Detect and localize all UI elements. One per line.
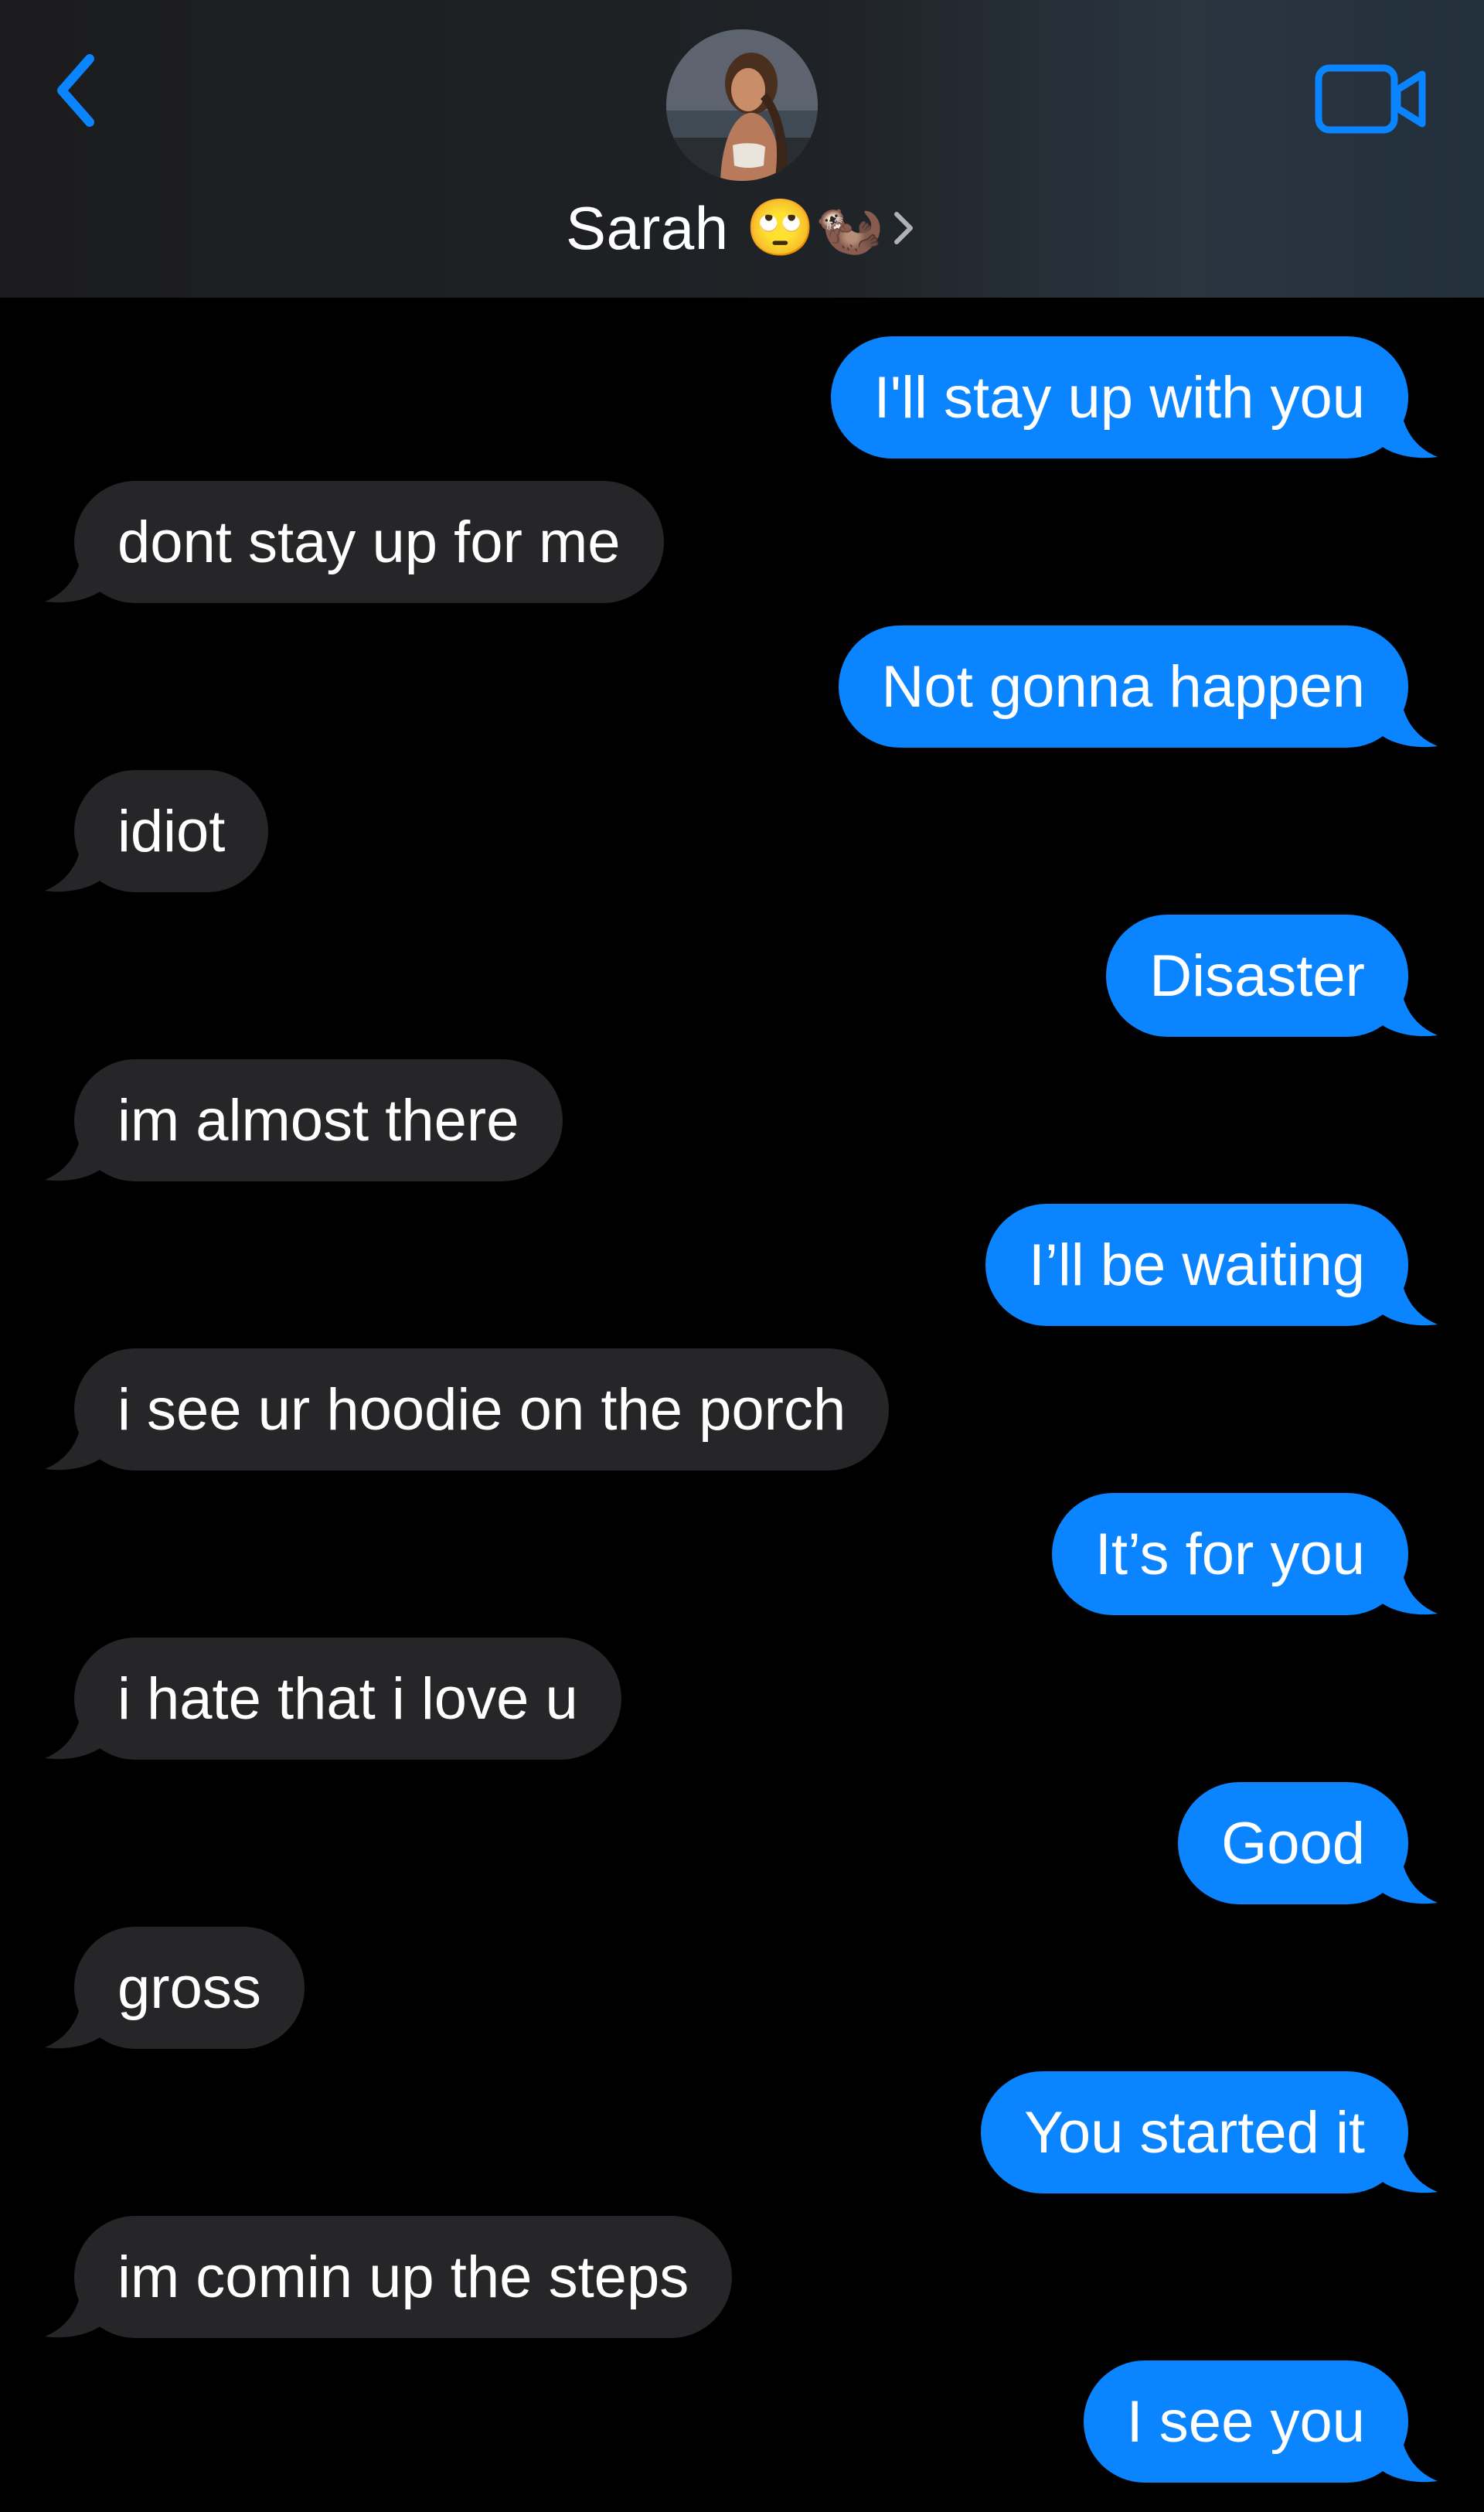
sent-message-bubble[interactable]: Not gonna happen — [838, 625, 1438, 748]
sent-message-bubble[interactable]: You started it — [981, 2071, 1438, 2193]
received-message-bubble[interactable]: idiot — [45, 770, 269, 892]
bubble-tail — [45, 1127, 105, 1181]
message-text: You started it — [1024, 2099, 1365, 2166]
chevron-right-icon — [893, 212, 913, 244]
bubble-tail — [45, 549, 105, 603]
message-text: I see you — [1126, 2388, 1365, 2455]
received-message-bubble[interactable]: gross — [45, 1927, 305, 2049]
message-text: im comin up the steps — [117, 2244, 689, 2310]
bubble-tail — [1377, 1850, 1438, 1904]
sent-message-bubble[interactable]: Disaster — [1106, 915, 1438, 1037]
contact-emoji: 🙄🦦 — [745, 197, 884, 259]
sent-message-bubble[interactable]: Good — [1178, 1782, 1438, 1904]
received-message-bubble[interactable]: i see ur hoodie on the porch — [45, 1348, 890, 1471]
bubble-tail — [1377, 694, 1438, 748]
bubble-tail — [1377, 2139, 1438, 2193]
bubble-tail — [45, 1995, 105, 2049]
message-text: Disaster — [1149, 942, 1365, 1009]
message-text: It’s for you — [1094, 1521, 1365, 1587]
bubble-tail — [45, 838, 105, 892]
message-text: i see ur hoodie on the porch — [117, 1376, 846, 1443]
sent-message-bubble[interactable]: I'll stay up with you — [830, 336, 1438, 458]
bubble-tail — [1377, 1272, 1438, 1326]
received-message-bubble[interactable]: im almost there — [45, 1059, 563, 1181]
bubble-tail — [1377, 404, 1438, 458]
bubble-tail — [1377, 1561, 1438, 1615]
conversation-header: Sarah 🙄🦦 — [0, 0, 1484, 298]
contact-avatar[interactable] — [666, 29, 818, 181]
video-call-button[interactable] — [1314, 62, 1428, 136]
sent-message-bubble[interactable]: I see you — [1083, 2360, 1438, 2483]
message-text: idiot — [117, 798, 226, 864]
message-text: I’ll be waiting — [1028, 1232, 1365, 1298]
contact-details-button[interactable]: Sarah 🙄🦦 — [0, 193, 1484, 263]
received-message-bubble[interactable]: i hate that i love u — [45, 1638, 621, 1760]
bubble-tail — [45, 1416, 105, 1471]
message-thread[interactable]: I'll stay up with you dont stay up for me… — [0, 298, 1484, 2512]
received-message-bubble[interactable]: im comin up the steps — [45, 2216, 733, 2338]
message-text: Good — [1221, 1810, 1365, 1876]
avatar-photo — [666, 29, 818, 181]
back-button[interactable] — [46, 48, 108, 133]
sent-message-bubble[interactable]: I’ll be waiting — [985, 1204, 1438, 1326]
message-text: I'll stay up with you — [873, 364, 1365, 431]
sent-message-bubble[interactable]: It’s for you — [1051, 1493, 1438, 1615]
contact-name: Sarah — [566, 193, 729, 262]
message-text: i hate that i love u — [117, 1665, 578, 1732]
bubble-tail — [45, 2284, 105, 2338]
bubble-tail — [45, 1706, 105, 1760]
message-text: dont stay up for me — [117, 509, 621, 575]
received-message-bubble[interactable]: dont stay up for me — [45, 481, 664, 603]
video-camera-icon — [1315, 64, 1426, 134]
bubble-tail — [1377, 2428, 1438, 2483]
message-text: im almost there — [117, 1087, 519, 1154]
bubble-tail — [1377, 983, 1438, 1037]
chevron-left-icon — [57, 54, 94, 127]
message-text: gross — [117, 1955, 261, 2021]
message-text: Not gonna happen — [881, 653, 1365, 720]
